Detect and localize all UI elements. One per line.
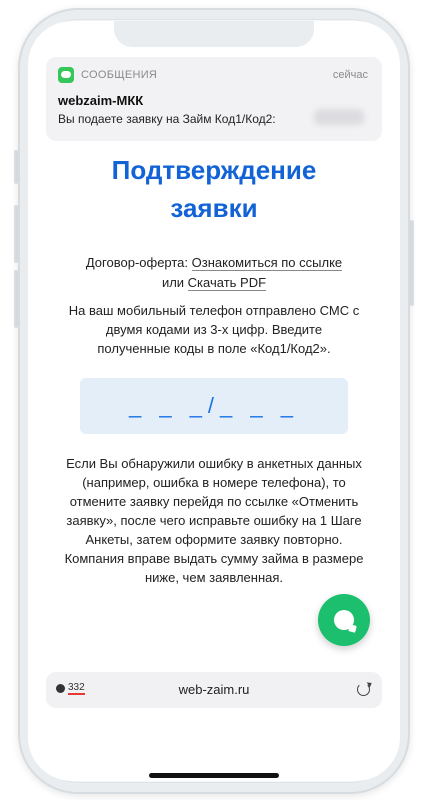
offer-prefix: Договор-оферта: <box>85 255 192 270</box>
code-placeholder: _ _ _/_ _ _ <box>129 393 299 418</box>
home-indicator <box>149 773 279 778</box>
messages-icon <box>58 67 74 83</box>
phone-screen: СООБЩЕНИЯ сейчас webzaim-МКК Вы подаете … <box>28 21 400 781</box>
warning-text: Если Вы обнаружили ошибку в анкетных дан… <box>64 456 364 585</box>
blurred-code <box>314 109 364 125</box>
notification-app: СООБЩЕНИЯ <box>58 67 157 83</box>
power-button <box>410 220 414 306</box>
reload-icon[interactable] <box>357 683 370 696</box>
code-input[interactable]: _ _ _/_ _ _ <box>80 378 348 434</box>
offer-block: Договор-оферта: Ознакомиться по ссылке и… <box>28 253 400 293</box>
notch <box>114 21 314 47</box>
notification-text: Вы подаете заявку на Займ Код1/Код2: <box>58 112 276 126</box>
sms-notification[interactable]: СООБЩЕНИЯ сейчас webzaim-МКК Вы подаете … <box>46 57 382 141</box>
chat-button[interactable] <box>318 594 370 646</box>
notification-sender: webzaim-МКК <box>58 93 144 108</box>
offer-or: или <box>161 275 188 290</box>
offer-link[interactable]: Ознакомиться по ссылке <box>191 255 343 271</box>
browser-address-bar[interactable]: 332 web-zaim.ru <box>46 672 382 708</box>
page-title: Подтверждение заявки <box>111 155 317 223</box>
notification-app-name: СООБЩЕНИЯ <box>81 69 158 81</box>
chat-bubble-icon <box>334 610 354 630</box>
sms-info-text: На ваш мобильный телефон отправлено СМС … <box>68 303 360 356</box>
notification-time: сейчас <box>332 69 368 81</box>
download-pdf-link[interactable]: Скачать PDF <box>187 275 267 291</box>
url-text: web-zaim.ru <box>178 682 250 697</box>
